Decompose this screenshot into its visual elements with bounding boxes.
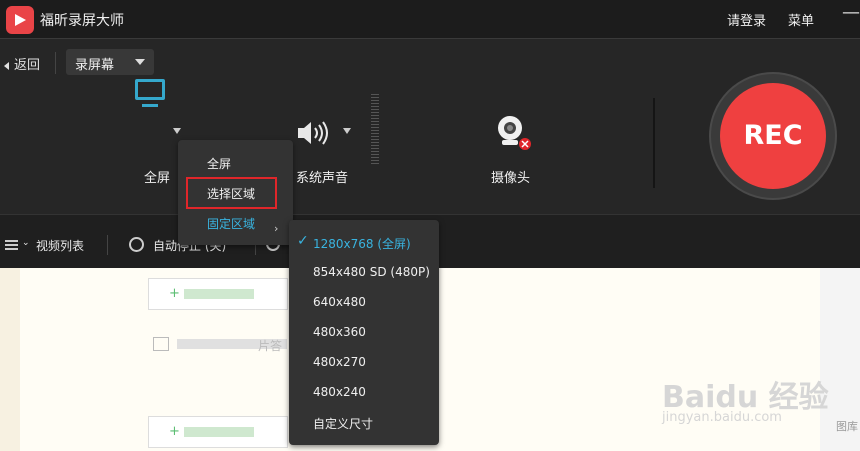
highlight-box: [186, 177, 277, 209]
chevron-right-icon: ›: [274, 222, 279, 235]
sub-divider: [107, 235, 108, 255]
monitor-stand: [142, 104, 158, 107]
add-button[interactable]: +: [148, 416, 288, 448]
size-option-custom[interactable]: 自定义尺寸: [313, 415, 373, 432]
blurred-text: [183, 426, 254, 437]
add-plus-icon: +: [169, 286, 180, 301]
list-caret: ⌄: [22, 238, 30, 248]
fixed-region-submenu: ✓ 1280x768 (全屏) 854x480 SD (480P) 640x48…: [289, 220, 439, 445]
audio-caret-icon[interactable]: [343, 128, 351, 134]
app-title: 福昕录屏大师: [40, 13, 124, 29]
side-label: 图库: [836, 420, 858, 433]
list-icon[interactable]: [5, 240, 18, 250]
camera-icon[interactable]: [496, 114, 534, 154]
screen-mode-dropdown: 全屏 选择区域 固定区域 ›: [178, 140, 293, 245]
audio-label: 系统声音: [296, 171, 349, 186]
image-caption: 片答: [258, 339, 283, 353]
screen-label: 全屏: [144, 171, 171, 186]
left-strip: [0, 268, 20, 451]
minimize-button[interactable]: —: [842, 2, 860, 23]
add-plus-icon: +: [169, 424, 180, 439]
blurred-text: [183, 288, 254, 299]
check-icon: ✓: [297, 233, 309, 249]
menu-button[interactable]: 菜单: [788, 10, 814, 29]
login-button[interactable]: 请登录: [727, 10, 766, 29]
monitor-icon[interactable]: [135, 79, 165, 100]
size-option[interactable]: 640x480: [313, 295, 366, 309]
back-label: 返回: [14, 58, 41, 73]
mode-select[interactable]: 录屏幕: [66, 49, 154, 75]
title-bar: 福昕录屏大师 请登录 菜单 —: [0, 0, 860, 38]
back-button[interactable]: 返回: [4, 54, 40, 73]
dropdown-item-fullscreen[interactable]: 全屏: [207, 155, 231, 172]
watermark-url: jingyan.baidu.com: [662, 410, 782, 425]
size-option[interactable]: 480x360: [313, 325, 366, 339]
camera-label: 摄像头: [491, 171, 531, 186]
caret-down-icon: [135, 59, 145, 65]
video-list-link[interactable]: 视频列表: [36, 237, 84, 254]
add-button[interactable]: +: [148, 278, 288, 310]
size-option[interactable]: 854x480 SD (480P): [313, 265, 430, 279]
size-option[interactable]: 1280x768 (全屏): [313, 235, 411, 252]
toolbar-separator: [55, 52, 56, 74]
screen-caret-icon[interactable]: [173, 128, 181, 134]
resize-grip[interactable]: [371, 94, 379, 164]
rec-button[interactable]: REC: [720, 83, 826, 189]
speaker-icon[interactable]: [298, 121, 338, 145]
dropdown-item-fixed-region[interactable]: 固定区域: [207, 215, 255, 232]
mode-select-value: 录屏幕: [75, 58, 115, 73]
alarm-clock-icon[interactable]: [129, 237, 144, 252]
back-arrow-icon: [4, 61, 9, 70]
image-icon: [153, 337, 169, 351]
size-option[interactable]: 480x240: [313, 385, 366, 399]
size-option[interactable]: 480x270: [313, 355, 366, 369]
app-logo-icon: [6, 6, 34, 34]
toolbar-divider: [653, 98, 655, 188]
